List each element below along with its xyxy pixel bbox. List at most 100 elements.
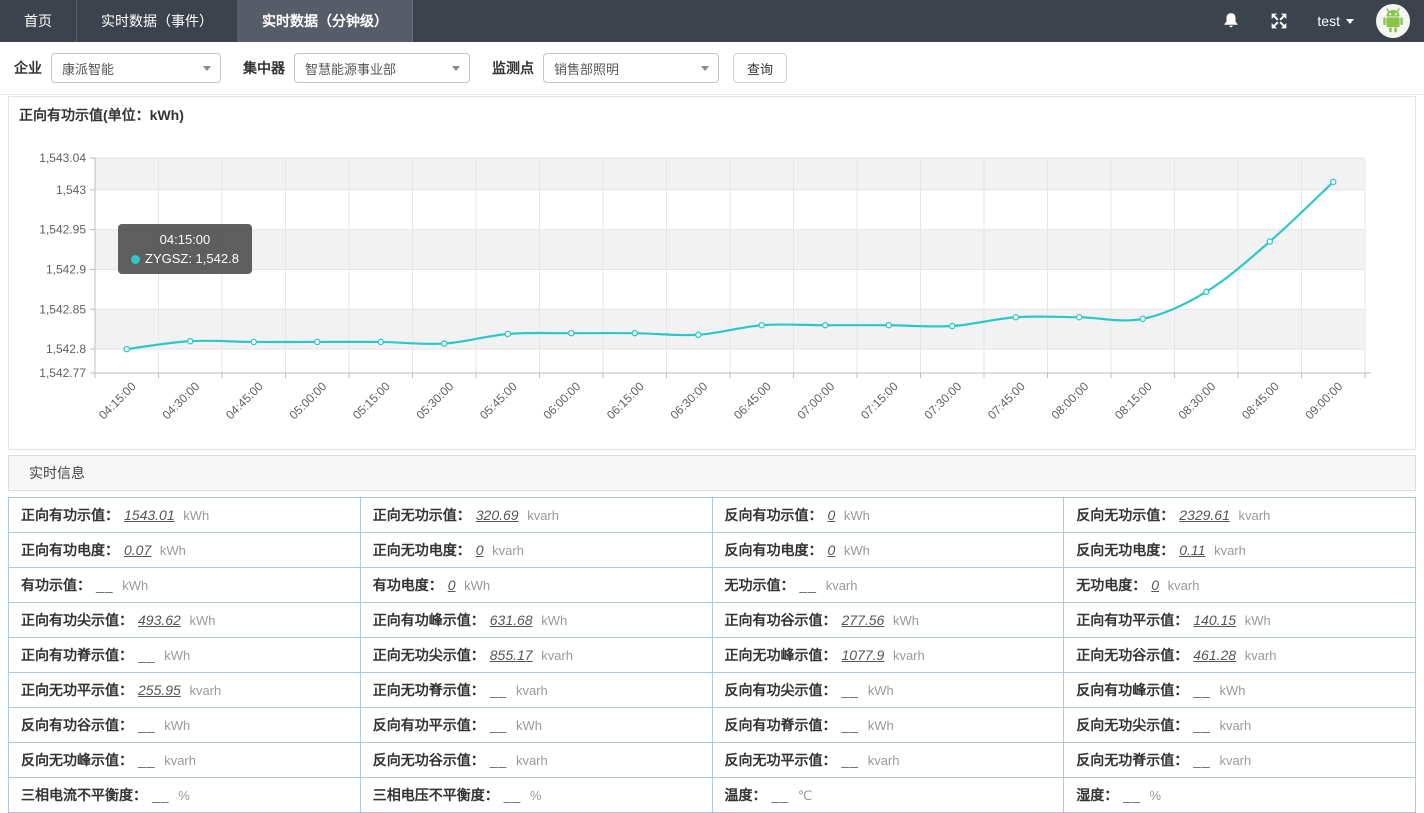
line-chart[interactable]: 1,542.771,542.81,542.851,542.91,542.951,…	[9, 97, 1415, 449]
info-value-link[interactable]: 0.07	[124, 542, 151, 558]
x-tick-label: 05:15:00	[350, 379, 393, 422]
info-label: 正向有功尖示值：	[21, 612, 133, 628]
info-unit: kWh	[180, 508, 210, 523]
info-label: 正向有功示值：	[21, 507, 119, 523]
info-cell: 反向有功谷示值：__ kWh	[9, 708, 361, 743]
info-value-link[interactable]: 320.69	[476, 507, 519, 523]
info-cell: 反向无功尖示值：__ kvarh	[1064, 708, 1416, 743]
info-cell: 正向无功峰示值：1077.9 kvarh	[712, 638, 1064, 673]
x-tick-label: 06:00:00	[540, 379, 583, 422]
table-row: 反向有功谷示值：__ kWh反向有功平示值：__ kWh反向有功脊示值：__ k…	[9, 708, 1416, 743]
info-unit: kWh	[1241, 613, 1271, 628]
info-value-link[interactable]: 631.68	[490, 612, 533, 628]
enterprise-select-value: 康派智能	[62, 59, 114, 78]
info-value-empty: __	[490, 717, 508, 733]
info-label: 正向有功电度：	[21, 542, 119, 558]
info-unit: kWh	[840, 543, 870, 558]
info-cell: 正向无功谷示值：461.28 kvarh	[1064, 638, 1416, 673]
info-label: 三相电流不平衡度：	[21, 787, 147, 803]
info-label: 反向无功示值：	[1076, 507, 1174, 523]
info-cell: 反向无功峰示值：__ kvarh	[9, 743, 361, 778]
username: test	[1317, 13, 1340, 29]
info-value-empty: __	[152, 787, 170, 803]
info-value-link[interactable]: 855.17	[490, 647, 533, 663]
info-unit: kvarh	[161, 753, 196, 768]
info-section-title: 实时信息	[29, 463, 85, 483]
info-value-link[interactable]: 277.56	[842, 612, 885, 628]
tab-realtime-minute[interactable]: 实时数据（分钟级）	[238, 0, 413, 42]
data-point	[1331, 179, 1336, 184]
info-unit: kvarh	[1241, 648, 1276, 663]
info-label: 反向有功尖示值：	[725, 682, 837, 698]
nav-right-area: test	[1221, 0, 1424, 42]
info-cell: 无功示值：__ kvarh	[712, 568, 1064, 603]
bell-icon[interactable]	[1221, 11, 1241, 31]
data-point	[886, 323, 891, 328]
info-value-link[interactable]: 0	[448, 577, 456, 593]
info-unit: kWh	[864, 683, 894, 698]
table-row: 正向无功平示值：255.95 kvarh正向无功脊示值：__ kvarh反向有功…	[9, 673, 1416, 708]
info-unit: kvarh	[1216, 753, 1251, 768]
info-unit: kvarh	[524, 508, 559, 523]
info-value-empty: __	[504, 787, 522, 803]
info-cell: 正向无功尖示值：855.17 kvarh	[360, 638, 712, 673]
fullscreen-icon[interactable]	[1269, 11, 1289, 31]
y-tick-label: 1,543.04	[39, 151, 86, 165]
info-cell: 反向无功平示值：__ kvarh	[712, 743, 1064, 778]
info-value-link[interactable]: 493.62	[138, 612, 181, 628]
info-unit: kvarh	[822, 578, 857, 593]
info-unit: kWh	[1216, 683, 1246, 698]
info-value-link[interactable]: 0	[828, 507, 836, 523]
info-cell: 正向无功脊示值：__ kvarh	[360, 673, 712, 708]
y-tick-label: 1,542.8	[46, 342, 86, 356]
info-cell: 反向有功尖示值：__ kWh	[712, 673, 1064, 708]
info-cell: 反向无功电度：0.11 kvarh	[1064, 533, 1416, 568]
info-label: 正向无功电度：	[373, 542, 471, 558]
tab-realtime-event[interactable]: 实时数据（事件）	[77, 0, 238, 42]
info-value-link[interactable]: 1077.9	[842, 647, 885, 663]
data-point	[950, 323, 955, 328]
info-section-header: 实时信息	[8, 455, 1416, 491]
info-cell: 反向有功平示值：__ kWh	[360, 708, 712, 743]
tab-home-label: 首页	[24, 11, 52, 31]
info-value-link[interactable]: 255.95	[138, 682, 181, 698]
data-point	[251, 339, 256, 344]
info-value-link[interactable]: 0.11	[1179, 542, 1205, 558]
info-label: 三相电压不平衡度：	[373, 787, 499, 803]
info-label: 反向无功谷示值：	[373, 752, 485, 768]
info-unit: kvarh	[1216, 718, 1251, 733]
table-row: 反向无功峰示值：__ kvarh反向无功谷示值：__ kvarh反向无功平示值：…	[9, 743, 1416, 778]
y-tick-label: 1,542.77	[39, 366, 86, 380]
monitor-select[interactable]: 销售部照明	[543, 53, 719, 83]
chevron-down-icon	[1346, 19, 1354, 24]
tab-home[interactable]: 首页	[0, 0, 77, 42]
user-menu[interactable]: test	[1317, 13, 1354, 29]
data-point	[1140, 316, 1145, 321]
info-value-link[interactable]: 0	[828, 542, 836, 558]
chart-panel: 正向有功示值(单位：kWh) 1,542.771,542.81,542.851,…	[8, 96, 1416, 450]
y-tick-label: 1,542.95	[39, 223, 86, 237]
info-label: 正向有功平示值：	[1076, 612, 1188, 628]
avatar[interactable]	[1376, 4, 1410, 38]
info-value-empty: __	[800, 577, 818, 593]
info-cell: 无功电度：0 kvarh	[1064, 568, 1416, 603]
info-value-link[interactable]: 0	[476, 542, 484, 558]
chevron-down-icon	[203, 66, 211, 71]
table-row: 三相电流不平衡度：__ %三相电压不平衡度：__ %温度：__ ℃湿度：__ %	[9, 778, 1416, 813]
info-value-link[interactable]: 0	[1151, 577, 1159, 593]
info-value-empty: __	[1193, 717, 1211, 733]
info-label: 无功电度：	[1076, 577, 1146, 593]
concentrator-label: 集中器	[243, 58, 285, 78]
data-point	[1267, 239, 1272, 244]
info-value-link[interactable]: 1543.01	[124, 507, 175, 523]
x-tick-label: 08:15:00	[1112, 379, 1155, 422]
info-value-link[interactable]: 461.28	[1193, 647, 1236, 663]
top-nav-bar: 首页 实时数据（事件） 实时数据（分钟级） test	[0, 0, 1424, 42]
info-label: 正向无功示值：	[373, 507, 471, 523]
concentrator-select[interactable]: 智慧能源事业部	[294, 53, 470, 83]
info-value-link[interactable]: 140.15	[1193, 612, 1236, 628]
enterprise-select[interactable]: 康派智能	[51, 53, 221, 83]
query-button[interactable]: 查询	[733, 53, 787, 83]
info-value-link[interactable]: 2329.61	[1179, 507, 1230, 523]
data-point	[569, 331, 574, 336]
